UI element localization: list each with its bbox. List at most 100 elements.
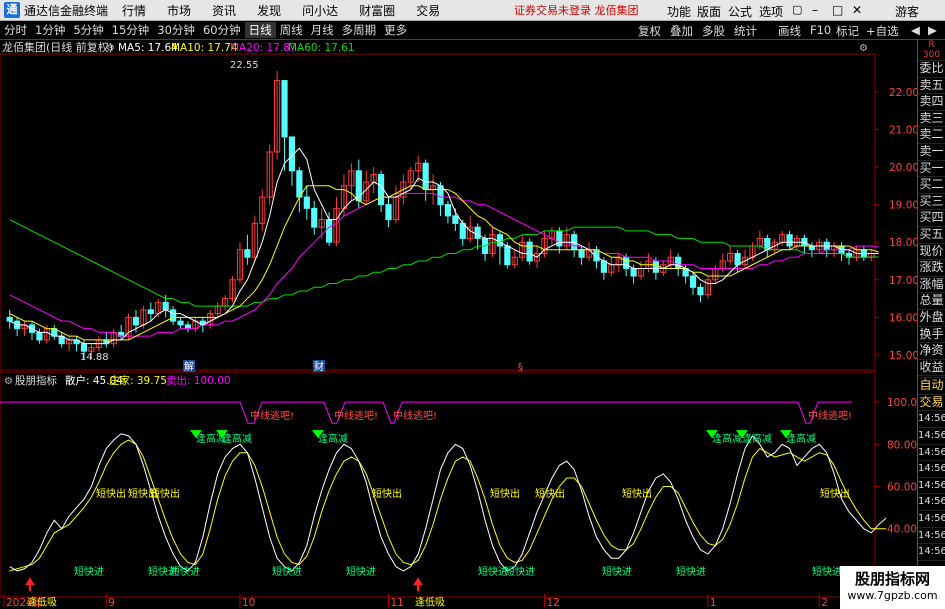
stats-button[interactable]: 统计 xyxy=(734,23,757,39)
side-item-5[interactable]: 卖一 xyxy=(918,144,945,161)
price-tick-label: 20.00 xyxy=(889,162,919,174)
side-item-18[interactable]: 收益 xyxy=(918,360,945,377)
candle-body xyxy=(578,249,585,258)
side-r-number: 300 xyxy=(922,50,941,60)
window-restore-button[interactable]: ▢ xyxy=(792,3,802,16)
side-item-11[interactable]: 现价 xyxy=(918,244,945,261)
tab-weekly[interactable]: 周线 xyxy=(276,22,307,38)
side-item-15[interactable]: 外盘 xyxy=(918,310,945,327)
up-arrow-icon xyxy=(25,577,35,586)
event-marker-cai-label: 财 xyxy=(314,360,324,373)
multi-stock-button[interactable]: 多股 xyxy=(702,23,725,39)
candle-body xyxy=(296,170,303,198)
ma60-line xyxy=(9,219,879,307)
side-item-17[interactable]: 净资 xyxy=(918,343,945,360)
side-item-2[interactable]: 卖四 xyxy=(918,94,945,111)
side-trade-7[interactable]: 14:56 xyxy=(918,494,945,512)
tab-1min[interactable]: 1分钟 xyxy=(31,22,69,38)
side-trade-5[interactable]: 14:56 xyxy=(918,461,945,478)
side-trade-1[interactable]: 交易 xyxy=(918,395,945,412)
side-item-9[interactable]: 买四 xyxy=(918,210,945,227)
side-item-7[interactable]: 买二 xyxy=(918,177,945,194)
side-item-12[interactable]: 涨跌 xyxy=(918,260,945,277)
window-maximize-button[interactable]: □ xyxy=(832,3,843,17)
side-trade-0[interactable]: 自动 xyxy=(918,378,945,395)
add-watchlist-button[interactable]: +自选 xyxy=(866,23,899,39)
side-item-14[interactable]: 总量 xyxy=(918,293,945,310)
side-item-10[interactable]: 买五 xyxy=(918,227,945,244)
next-arrow-icon[interactable]: ▶ xyxy=(928,23,937,37)
zhuangjia-legend: 庄家: 39.75 xyxy=(109,374,167,387)
timeframe-toolbar: 分时 1分钟 5分钟 15分钟 30分钟 60分钟 日线 周线 月线 多周期 更… xyxy=(0,21,945,40)
f10-button[interactable]: F10 xyxy=(810,23,831,37)
side-item-6[interactable]: 买一 xyxy=(918,161,945,178)
side-item-13[interactable]: 涨幅 xyxy=(918,277,945,294)
tab-60min[interactable]: 60分钟 xyxy=(199,22,245,38)
overlay-button[interactable]: 叠加 xyxy=(670,23,693,39)
side-item-8[interactable]: 买三 xyxy=(918,194,945,211)
candle-body xyxy=(244,249,251,258)
candle-body xyxy=(147,309,154,315)
tab-multi-period[interactable]: 多周期 xyxy=(338,22,381,38)
menu-item-caifuquan[interactable]: 财富圈 xyxy=(359,2,395,19)
zhongxian-label: 中线逃吧! xyxy=(808,409,852,422)
side-r-label: R xyxy=(928,40,935,50)
side-trade-4[interactable]: 14:56 xyxy=(918,445,945,462)
chart-area[interactable]: 22.00 21.00 20.00 19.00 18.00 17.00 16.00 15.00… xyxy=(0,40,945,609)
tab-30min[interactable]: 30分钟 xyxy=(153,22,199,38)
draw-line-button[interactable]: 画线 xyxy=(778,23,801,39)
tab-fenshi[interactable]: 分时 xyxy=(0,22,31,38)
login-warning[interactable]: 证券交易未登录 龙佰集团 xyxy=(514,2,639,18)
candle-body xyxy=(444,204,452,217)
settings-gear-icon-2[interactable]: ⚙ xyxy=(859,43,868,54)
menu-item-jiaoyi[interactable]: 交易 xyxy=(416,2,440,19)
menu-item-wenxiaoda[interactable]: 问小达 xyxy=(302,2,338,19)
tab-15min[interactable]: 15分钟 xyxy=(108,22,154,38)
tab-daily[interactable]: 日线 xyxy=(244,22,276,38)
menu-item-shichang[interactable]: 市场 xyxy=(167,2,191,19)
mark-button[interactable]: 标记 xyxy=(836,23,859,39)
ma10-line xyxy=(9,185,879,341)
side-r-value: R 300 xyxy=(918,40,945,61)
date-tick-label: 1 xyxy=(710,597,717,609)
window-minimize-button[interactable]: – xyxy=(812,3,818,17)
tab-5min[interactable]: 5分钟 xyxy=(69,22,107,38)
candle-body xyxy=(170,309,177,322)
settings-gear-icon[interactable]: ⚙ xyxy=(106,43,115,54)
fuquan-button[interactable]: 复权 xyxy=(638,23,661,39)
side-trade-9[interactable]: 14:56 xyxy=(918,528,945,545)
side-item-0[interactable]: 委比 xyxy=(918,61,945,78)
indicator-gear-icon[interactable]: ⚙ xyxy=(4,376,13,387)
menu-item-banmian[interactable]: 版面 xyxy=(697,3,721,20)
menu-item-gongneng[interactable]: 功能 xyxy=(667,3,691,20)
window-close-button[interactable]: ✕ xyxy=(852,3,862,17)
candle-body xyxy=(452,215,459,224)
candle-body xyxy=(311,207,318,228)
guest-label[interactable]: 游客 xyxy=(895,3,919,20)
event-marker-dividend[interactable]: § xyxy=(518,362,523,373)
menu-item-faxian[interactable]: 发现 xyxy=(257,2,281,19)
side-item-3[interactable]: 卖三 xyxy=(918,111,945,128)
menu-item-gongshi[interactable]: 公式 xyxy=(728,3,752,20)
indicator-labels: 中线逃吧! 中线逃吧! 中线逃吧! 中线逃吧!逢高减逢高减 逢高减 逢高减 逢高减 逢高减短快… xyxy=(25,409,876,608)
high-price-label: 22.55 xyxy=(230,60,259,71)
side-trade-3[interactable]: 14:56 xyxy=(918,428,945,445)
tab-more[interactable]: 更多 xyxy=(380,22,411,38)
candle-body xyxy=(325,219,333,243)
side-item-4[interactable]: 卖二 xyxy=(918,127,945,144)
menu-item-zixun[interactable]: 资讯 xyxy=(212,2,236,19)
side-item-16[interactable]: 换手 xyxy=(918,327,945,344)
menu-item-hangqing[interactable]: 行情 xyxy=(122,2,146,19)
fenggaojian-label: 逢高减 xyxy=(786,432,816,445)
side-trade-2[interactable]: 14:56 xyxy=(918,411,945,429)
side-item-1[interactable]: 卖五 xyxy=(918,78,945,95)
indicator-tick-label: 40.00 xyxy=(887,524,917,536)
prev-arrow-icon[interactable]: ◀ xyxy=(911,23,920,37)
side-trade-10[interactable]: 14:56 xyxy=(918,544,945,561)
menu-item-xuanxiang[interactable]: 选项 xyxy=(759,3,783,20)
side-trade-6[interactable]: 14:56 xyxy=(918,478,945,495)
side-trade-8[interactable]: 14:56 xyxy=(918,511,945,528)
duankuaichu-label: 短快出 xyxy=(535,487,565,500)
tab-monthly[interactable]: 月线 xyxy=(307,22,338,38)
candle-body xyxy=(132,316,140,326)
